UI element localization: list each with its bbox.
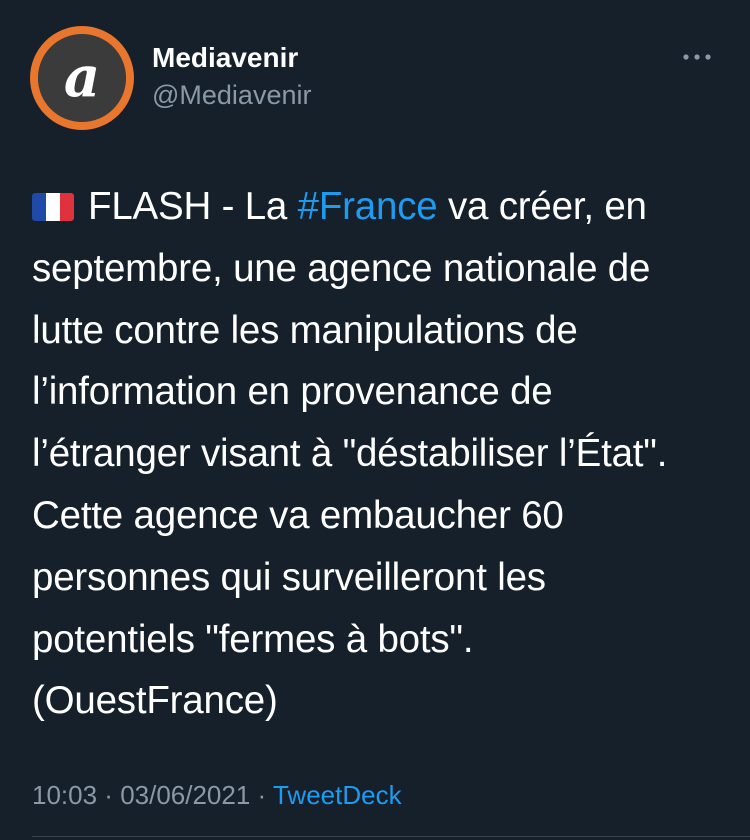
tweet-line: potentiels "fermes à bots". [32, 617, 474, 661]
tweet-card: a Mediavenir @Mediavenir FLASH - La #Fra… [0, 0, 750, 840]
tweet-line: l’étranger visant à "déstabiliser l’État… [32, 432, 668, 476]
meta-separator: · [97, 780, 121, 810]
tweet-line: lutte contre les manipulations de [32, 308, 578, 352]
more-horizontal-icon[interactable] [680, 48, 714, 66]
mediavenir-logo-icon: a [38, 34, 126, 122]
tweet-text: FLASH - La #France va créer, en septembr… [32, 176, 732, 732]
avatar-letter: a [64, 44, 100, 110]
tweet-line: FLASH - La #France va créer, en [32, 176, 732, 238]
tweet-text-segment: va créer, en [437, 185, 647, 228]
tweet-source-link[interactable]: TweetDeck [273, 780, 402, 810]
hashtag-link[interactable]: #France [298, 185, 438, 228]
tweet-line: Cette agence va embaucher 60 [32, 493, 564, 537]
display-name[interactable]: Mediavenir [152, 42, 298, 74]
tweet-line: septembre, une agence nationale de [32, 246, 651, 290]
avatar-logo: a [38, 34, 126, 122]
avatar[interactable]: a [30, 26, 134, 130]
tweet-meta: 10:03 · 03/06/2021 · TweetDeck [32, 780, 402, 811]
tweet-text-segment: FLASH - La [88, 185, 298, 228]
tweet-time[interactable]: 10:03 [32, 780, 97, 810]
france-flag-icon [32, 193, 74, 221]
tweet-line: (OuestFrance) [32, 679, 278, 723]
tweet-line: l’information en provenance de [32, 370, 553, 414]
divider [32, 836, 750, 837]
tweet-date[interactable]: 03/06/2021 [120, 780, 250, 810]
meta-separator: · [250, 780, 273, 810]
tweet-line: personnes qui surveilleront les [32, 555, 546, 599]
user-handle[interactable]: @Mediavenir [152, 80, 311, 111]
